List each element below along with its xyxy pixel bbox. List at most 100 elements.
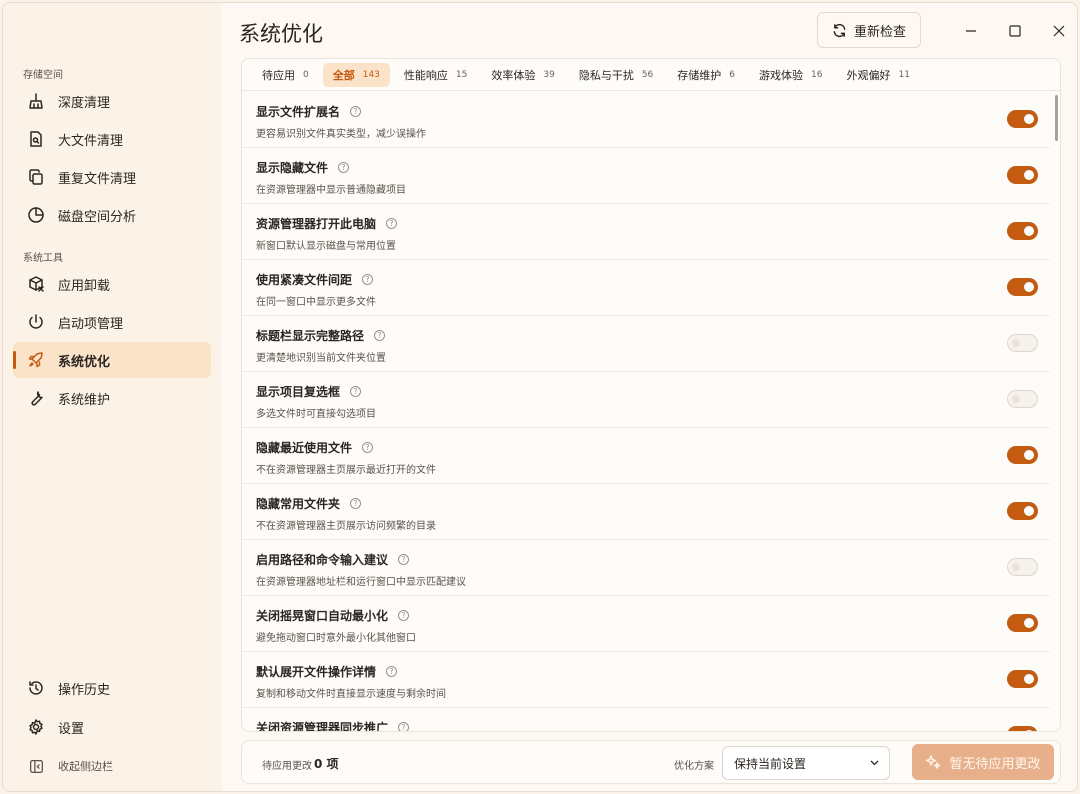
sidebar-item-duplicates[interactable]: 重复文件清理 (13, 159, 211, 195)
tab-label: 隐私与干扰 (578, 68, 634, 82)
wrench-icon (27, 389, 45, 407)
setting-description: 复制和移动文件时直接显示速度与剩余时间 (256, 689, 446, 700)
help-icon[interactable]: ? (362, 442, 374, 453)
apply-changes-button[interactable]: 暂无待应用更改 (912, 744, 1054, 780)
refresh-icon (833, 23, 846, 37)
setting-title-wrap: 关闭摇晃窗口自动最小化? (256, 607, 410, 624)
sidebar-item-history[interactable]: 操作历史 (13, 670, 211, 706)
sidebar-item-maintenance[interactable]: 系统维护 (13, 380, 211, 416)
tab-count-badge: 143 (362, 69, 380, 80)
sidebar-item-label: 应用卸载 (58, 278, 111, 294)
help-icon[interactable]: ? (350, 498, 362, 509)
help-icon[interactable]: ? (398, 610, 410, 621)
setting-description: 在资源管理器中显示普通隐藏项目 (256, 185, 406, 196)
tab-count-badge: 16 (811, 69, 823, 80)
sidebar-item-settings[interactable]: 设置 (13, 709, 211, 745)
setting-description: 更清楚地识别当前文件夹位置 (256, 353, 386, 364)
recheck-button[interactable]: 重新检查 (817, 12, 921, 48)
recheck-label: 重新检查 (853, 24, 906, 40)
setting-description: 不在资源管理器主页展示访问频繁的目录 (256, 521, 436, 532)
tab-label: 游戏体验 (759, 68, 804, 82)
minimize-icon (966, 30, 976, 32)
setting-description: 多选文件时可直接勾选项目 (256, 409, 376, 420)
tab-7[interactable]: 外观偏好 11 (836, 63, 919, 87)
pie-chart-icon (27, 206, 45, 224)
help-icon[interactable]: ? (386, 666, 398, 677)
package-remove-icon (27, 275, 45, 293)
setting-toggle[interactable] (1007, 110, 1038, 128)
minimize-button[interactable] (957, 17, 985, 45)
setting-toggle[interactable] (1007, 222, 1038, 240)
tab-5[interactable]: 存储维护 6 (667, 63, 745, 87)
sidebar-item-label: 启动项管理 (58, 316, 124, 332)
setting-description: 新窗口默认显示磁盘与常用位置 (256, 241, 396, 252)
setting-title-wrap: 资源管理器打开此电脑? (256, 215, 398, 232)
sidebar-item-label: 系统优化 (58, 354, 111, 370)
copy-icon (27, 168, 45, 186)
tab-6[interactable]: 游戏体验 16 (749, 63, 832, 87)
setting-toggle[interactable] (1007, 334, 1038, 352)
tab-4[interactable]: 隐私与干扰 56 (569, 63, 663, 87)
setting-row: 隐藏最近使用文件? 不在资源管理器主页展示最近打开的文件 (242, 428, 1050, 484)
sidebar-item-optimize[interactable]: 系统优化 (13, 342, 211, 378)
help-icon[interactable]: ? (398, 554, 410, 565)
tab-1[interactable]: 全部 143 (322, 62, 390, 87)
tab-label: 存储维护 (677, 68, 722, 82)
sidebar-item-label: 大文件清理 (58, 133, 124, 149)
power-icon (27, 313, 45, 331)
setting-toggle[interactable] (1007, 278, 1038, 296)
tab-2[interactable]: 性能响应 15 (394, 63, 477, 87)
tab-3[interactable]: 效率体验 39 (481, 63, 564, 87)
setting-toggle[interactable] (1007, 558, 1038, 576)
setting-toggle[interactable] (1007, 502, 1038, 520)
help-icon[interactable]: ? (350, 106, 362, 117)
tab-0[interactable]: 待应用 0 (252, 63, 319, 87)
sidebar-item-startup[interactable]: 启动项管理 (13, 304, 211, 340)
help-icon[interactable]: ? (338, 162, 350, 173)
settings-list[interactable]: 显示文件扩展名? 更容易识别文件真实类型，减少误操作 显示隐藏文件? 在资源管理器中显… (242, 92, 1050, 731)
sidebar-item-deep-clean[interactable]: 深度清理 (13, 83, 211, 119)
help-icon[interactable]: ? (374, 330, 386, 341)
setting-title: 显示文件扩展名 (256, 105, 341, 119)
sidebar-collapse-button[interactable]: 收起侧边栏 (13, 748, 211, 784)
setting-title-wrap: 关闭资源管理器同步推广? (256, 719, 410, 731)
pending-label: 待应用更改 (262, 761, 312, 772)
setting-title-wrap: 隐藏最近使用文件? (256, 439, 374, 456)
tab-label: 性能响应 (403, 68, 448, 82)
setting-toggle[interactable] (1007, 670, 1038, 688)
setting-row: 使用紧凑文件间距? 在同一窗口中显示更多文件 (242, 260, 1050, 316)
setting-row: 默认展开文件操作详情? 复制和移动文件时直接显示速度与剩余时间 (242, 652, 1050, 708)
setting-toggle[interactable] (1007, 166, 1038, 184)
setting-title-wrap: 显示文件扩展名? (256, 103, 362, 120)
section-tools: 系统工具 (23, 253, 63, 264)
sidebar-item-large-files[interactable]: 大文件清理 (13, 121, 211, 157)
setting-title: 标题栏显示完整路径 (256, 329, 365, 343)
tab-label: 效率体验 (491, 68, 536, 82)
scrollbar-thumb[interactable] (1055, 95, 1058, 141)
sidebar-item-uninstall[interactable]: 应用卸载 (13, 266, 211, 302)
help-icon[interactable]: ? (350, 386, 362, 397)
setting-title-wrap: 显示隐藏文件? (256, 159, 350, 176)
help-icon[interactable]: ? (386, 218, 398, 229)
history-icon (27, 679, 45, 697)
setting-description: 避免拖动窗口时意外最小化其他窗口 (256, 633, 416, 644)
sidebar-item-label: 操作历史 (58, 682, 111, 698)
sparkle-icon (926, 755, 941, 769)
plan-select[interactable]: 保持当前设置 (722, 746, 890, 780)
setting-title: 显示隐藏文件 (256, 161, 329, 175)
sidebar-item-disk-analysis[interactable]: 磁盘空间分析 (13, 197, 211, 233)
setting-toggle[interactable] (1007, 614, 1038, 632)
broom-icon (27, 92, 45, 110)
setting-title: 使用紧凑文件间距 (256, 273, 353, 287)
help-icon[interactable]: ? (362, 274, 374, 285)
setting-toggle[interactable] (1007, 390, 1038, 408)
setting-toggle[interactable] (1007, 726, 1038, 731)
chevron-down-icon (870, 760, 879, 766)
plan-label: 优化方案 (674, 761, 714, 772)
setting-toggle[interactable] (1007, 446, 1038, 464)
tab-count-badge: 39 (543, 69, 555, 80)
maximize-button[interactable] (1001, 17, 1029, 45)
help-icon[interactable]: ? (398, 722, 410, 731)
close-button[interactable] (1045, 17, 1073, 45)
setting-row: 关闭摇晃窗口自动最小化? 避免拖动窗口时意外最小化其他窗口 (242, 596, 1050, 652)
